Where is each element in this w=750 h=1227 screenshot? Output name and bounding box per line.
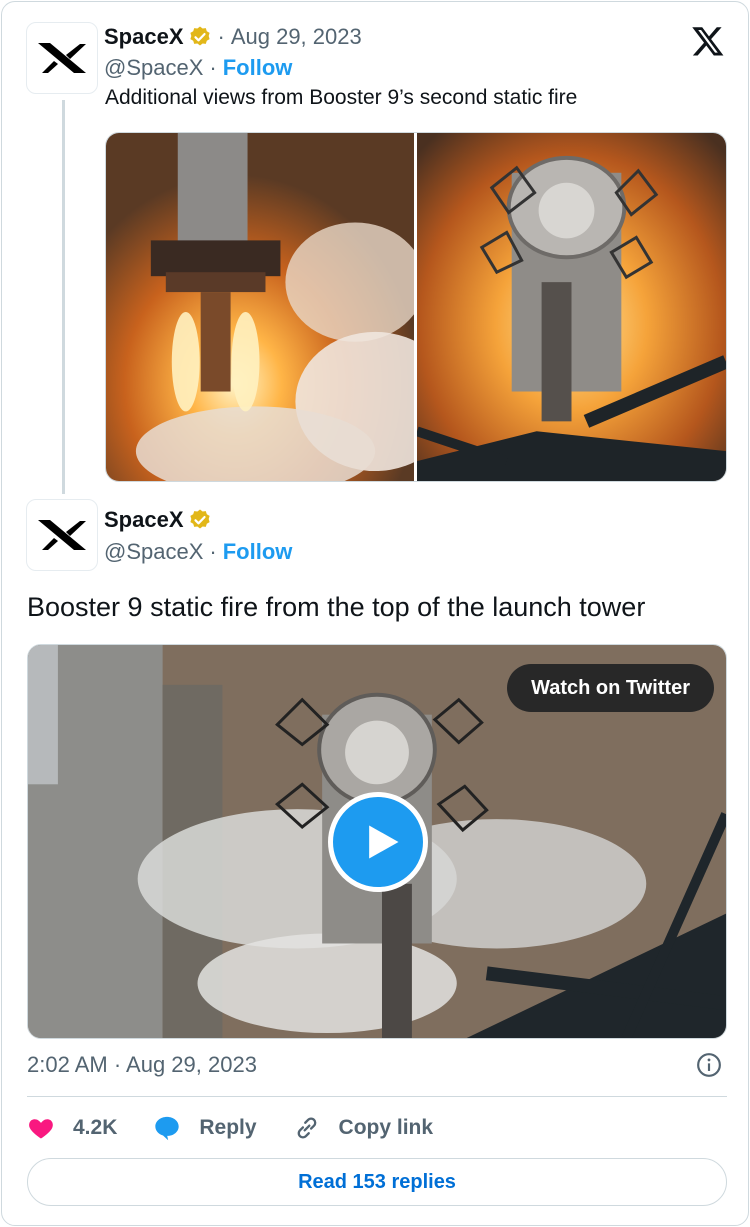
author-name[interactable]: SpaceX [104,507,184,533]
spacex-logo-icon [38,43,86,73]
separator-dot: · [209,55,217,80]
quoted-tweet-text: Additional views from Booster 9’s second… [105,86,578,109]
play-button[interactable] [328,792,428,892]
heart-icon [29,1119,53,1139]
booster-top-view-photo[interactable] [416,133,726,481]
reply-button[interactable]: Reply [153,1114,257,1142]
main-author-row: SpaceX [104,507,212,533]
tweet-date[interactable]: Aug 29, 2023 [231,24,362,50]
watch-on-twitter-button[interactable]: Watch on Twitter [507,664,714,712]
like-button[interactable]: 4.2K [27,1114,117,1142]
divider [27,1096,727,1097]
quoted-author-row: SpaceX · Aug 29, 2023 [104,24,362,50]
author-name[interactable]: SpaceX [104,24,184,50]
quoted-handle-row: @SpaceX · Follow [104,55,292,81]
booster-static-fire-photo[interactable] [106,133,414,481]
tweet-embed-card: SpaceX · Aug 29, 2023 @SpaceX · Follow A… [1,1,749,1226]
link-icon [297,1117,316,1139]
verified-badge-icon [189,26,210,46]
copy-link-button[interactable]: Copy link [293,1114,434,1142]
action-bar: 4.2K Reply Copy link [27,1110,469,1146]
thread-connector-line [62,100,65,494]
reply-bubble-icon [155,1116,180,1141]
tweet-timestamp[interactable]: 2:02 AM · Aug 29, 2023 [27,1052,257,1078]
x-logo-icon[interactable] [690,24,726,58]
separator-dot: · [209,539,217,564]
photo-grid [105,132,727,482]
verified-badge-icon [189,509,210,529]
follow-button[interactable]: Follow [223,55,293,81]
main-handle-row: @SpaceX · Follow [104,539,292,565]
spacex-logo-icon [38,520,86,550]
like-count: 4.2K [73,1116,118,1139]
author-handle[interactable]: @SpaceX [104,55,203,81]
read-replies-button[interactable]: Read 153 replies [27,1158,727,1206]
copy-link-label: Copy link [338,1116,434,1139]
play-icon [369,825,399,859]
follow-button[interactable]: Follow [223,539,293,565]
info-icon[interactable] [696,1052,722,1078]
main-tweet-text: Booster 9 static fire from the top of th… [27,592,646,622]
spacex-avatar[interactable] [26,22,98,94]
separator-dot: · [217,24,225,49]
video-player[interactable]: Watch on Twitter [27,644,727,1039]
reply-label: Reply [199,1116,257,1139]
author-handle[interactable]: @SpaceX [104,539,203,565]
spacex-avatar[interactable] [26,499,98,571]
